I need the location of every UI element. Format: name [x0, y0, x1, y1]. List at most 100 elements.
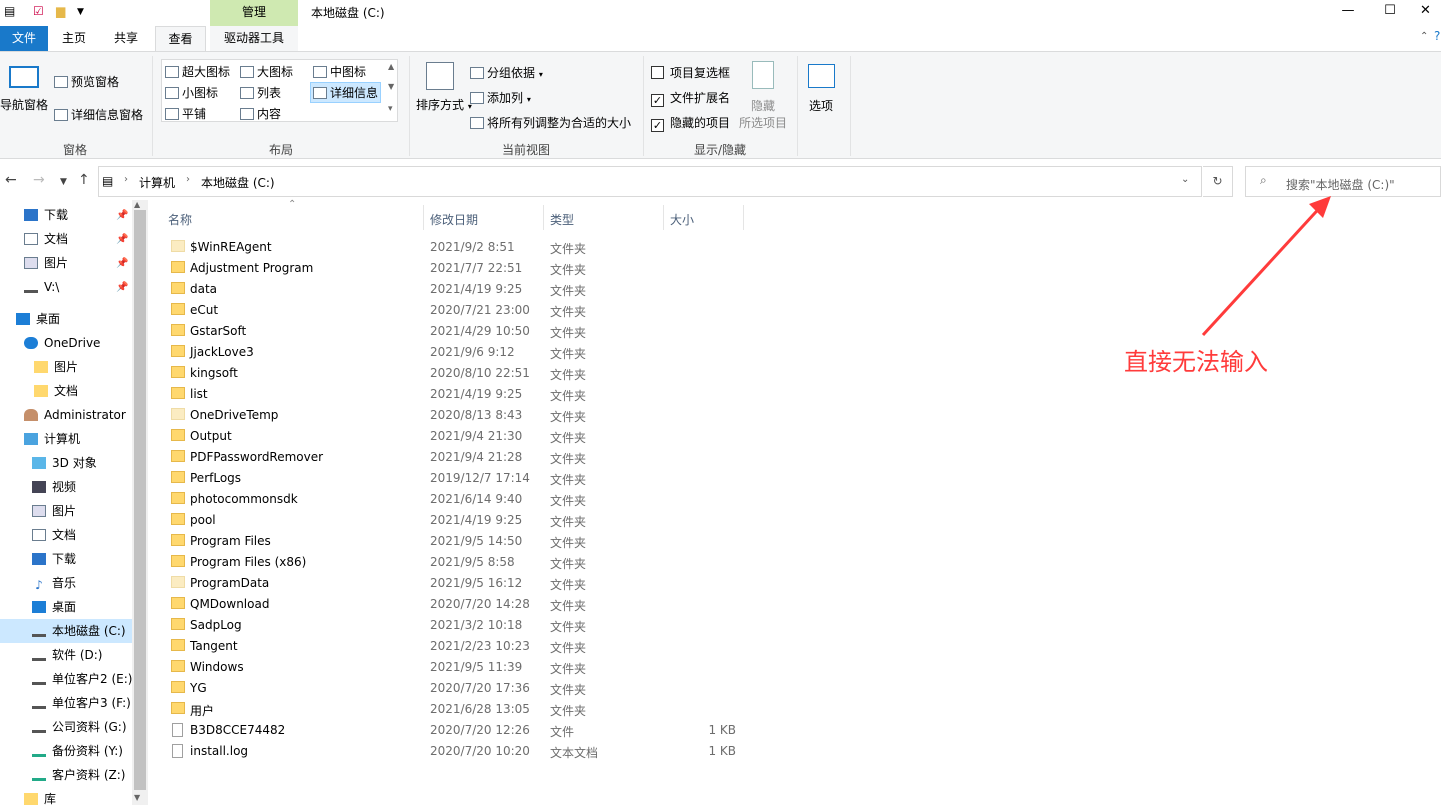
pin-icon[interactable]: 📌: [116, 234, 128, 245]
column-name[interactable]: 名称: [168, 211, 192, 228]
layout-large-icons[interactable]: 大图标: [240, 63, 293, 80]
nav-quick-v-drive[interactable]: V:\: [24, 275, 59, 299]
nav-quick-documents[interactable]: 文档: [24, 227, 68, 251]
recent-locations-button[interactable]: ▼: [60, 177, 67, 187]
up-button[interactable]: ↑: [78, 172, 90, 188]
column-divider[interactable]: [743, 205, 744, 230]
gallery-down-icon[interactable]: ▼: [388, 82, 394, 91]
tab-view[interactable]: 查看: [155, 26, 206, 51]
file-row[interactable]: kingsoft 2020/8/10 22:51 文件夹: [160, 363, 760, 384]
nav-user[interactable]: Administrator: [24, 403, 126, 427]
tab-share[interactable]: 共享: [102, 26, 150, 51]
file-row[interactable]: Program Files 2021/9/5 14:50 文件夹: [160, 531, 760, 552]
column-date[interactable]: 修改日期: [430, 211, 478, 228]
forward-button[interactable]: →: [33, 172, 45, 188]
column-divider[interactable]: [663, 205, 664, 230]
file-row[interactable]: PerfLogs 2019/12/7 17:14 文件夹: [160, 468, 760, 489]
nav-quick-downloads[interactable]: 下载: [24, 203, 68, 227]
file-row[interactable]: $WinREAgent 2021/9/2 8:51 文件夹: [160, 237, 760, 258]
nav-videos[interactable]: 视频: [32, 475, 76, 499]
file-row[interactable]: 用户 2021/6/28 13:05 文件夹: [160, 699, 760, 720]
file-row[interactable]: install.log 2020/7/20 10:20 文本文档 1 KB: [160, 741, 760, 762]
nav-desktop[interactable]: 桌面: [16, 307, 60, 331]
file-row[interactable]: data 2021/4/19 9:25 文件夹: [160, 279, 760, 300]
help-icon[interactable]: ?: [1434, 29, 1440, 43]
hidden-items-toggle[interactable]: ✓ 隐藏的项目: [651, 114, 730, 132]
close-button[interactable]: ✕: [1410, 0, 1441, 22]
file-row[interactable]: SadpLog 2021/3/2 10:18 文件夹: [160, 615, 760, 636]
layout-medium-icons[interactable]: 中图标: [313, 63, 366, 80]
nav-drive-z[interactable]: 客户资料 (Z:): [32, 763, 125, 787]
sort-by-button[interactable]: 排序方式 ▾: [416, 96, 472, 113]
layout-details[interactable]: 详细信息: [310, 82, 382, 103]
column-divider[interactable]: [543, 205, 544, 230]
options-button[interactable]: 选项: [809, 97, 833, 114]
new-folder-icon[interactable]: ▆: [56, 4, 65, 18]
tab-home[interactable]: 主页: [50, 26, 98, 51]
nav-computer[interactable]: 计算机: [24, 427, 80, 451]
gallery-up-icon[interactable]: ▲: [388, 62, 394, 71]
properties-icon[interactable]: ☑: [33, 4, 44, 18]
file-row[interactable]: YG 2020/7/20 17:36 文件夹: [160, 678, 760, 699]
nav-scrollbar-thumb[interactable]: [134, 210, 146, 790]
layout-tiles[interactable]: 平铺: [165, 105, 206, 122]
nav-onedrive-documents[interactable]: 文档: [34, 379, 78, 403]
checkbox-checked[interactable]: ✓: [651, 94, 664, 107]
size-all-columns-button[interactable]: 将所有列调整为合适的大小: [470, 114, 631, 131]
chevron-right-icon[interactable]: ›: [124, 174, 128, 185]
file-row[interactable]: Tangent 2021/2/23 10:23 文件夹: [160, 636, 760, 657]
nav-drive-y[interactable]: 备份资料 (Y:): [32, 739, 123, 763]
nav-drive-e[interactable]: 单位客户2 (E:): [32, 667, 132, 691]
file-row[interactable]: photocommonsdk 2021/6/14 9:40 文件夹: [160, 489, 760, 510]
navigation-pane-button[interactable]: 导航窗格: [0, 96, 48, 113]
nav-desktop-folder[interactable]: 桌面: [32, 595, 76, 619]
file-row[interactable]: Output 2021/9/4 21:30 文件夹: [160, 426, 760, 447]
file-extensions-toggle[interactable]: ✓ 文件扩展名: [651, 89, 730, 107]
tab-file[interactable]: 文件: [0, 26, 48, 51]
nav-local-disk-c[interactable]: 本地磁盘 (C:): [0, 619, 132, 643]
checkbox-checked[interactable]: ✓: [651, 119, 664, 132]
group-by-button[interactable]: 分组依据 ▾: [470, 64, 543, 81]
nav-pictures[interactable]: 图片: [32, 499, 76, 523]
nav-3d-objects[interactable]: 3D 对象: [32, 451, 97, 475]
pin-icon[interactable]: 📌: [116, 282, 128, 293]
add-columns-button[interactable]: 添加列 ▾: [470, 89, 531, 106]
file-row[interactable]: JjackLove3 2021/9/6 9:12 文件夹: [160, 342, 760, 363]
nav-onedrive-pictures[interactable]: 图片: [34, 355, 78, 379]
nav-libraries[interactable]: 库: [24, 787, 56, 805]
minimize-button[interactable]: —: [1325, 0, 1371, 22]
address-dropdown-icon[interactable]: ⌄: [1181, 174, 1189, 185]
back-button[interactable]: ←: [5, 172, 17, 188]
column-type[interactable]: 类型: [550, 211, 574, 228]
file-row[interactable]: Windows 2021/9/5 11:39 文件夹: [160, 657, 760, 678]
nav-drive-d[interactable]: 软件 (D:): [32, 643, 102, 667]
file-row[interactable]: OneDriveTemp 2020/8/13 8:43 文件夹: [160, 405, 760, 426]
file-row[interactable]: eCut 2020/7/21 23:00 文件夹: [160, 300, 760, 321]
file-row[interactable]: B3D8CCE74482 2020/7/20 12:26 文件 1 KB: [160, 720, 760, 741]
nav-onedrive[interactable]: OneDrive: [24, 331, 100, 355]
maximize-button[interactable]: ☐: [1367, 0, 1413, 22]
file-row[interactable]: pool 2021/4/19 9:25 文件夹: [160, 510, 760, 531]
layout-extra-large-icons[interactable]: 超大图标: [165, 63, 230, 80]
file-row[interactable]: ProgramData 2021/9/5 16:12 文件夹: [160, 573, 760, 594]
nav-quick-pictures[interactable]: 图片: [24, 251, 68, 275]
preview-pane-button[interactable]: 预览窗格: [54, 73, 119, 90]
nav-drive-g[interactable]: 公司资料 (G:): [32, 715, 127, 739]
nav-downloads[interactable]: 下载: [32, 547, 76, 571]
column-size[interactable]: 大小: [670, 211, 694, 228]
file-row[interactable]: GstarSoft 2021/4/29 10:50 文件夹: [160, 321, 760, 342]
pin-icon[interactable]: 📌: [116, 210, 128, 221]
file-row[interactable]: Program Files (x86) 2021/9/5 8:58 文件夹: [160, 552, 760, 573]
item-checkboxes-toggle[interactable]: 项目复选框: [651, 64, 730, 81]
checkbox[interactable]: [651, 66, 664, 79]
tab-drive-tools[interactable]: 驱动器工具: [210, 26, 298, 51]
app-icon[interactable]: ▤: [4, 4, 15, 18]
file-row[interactable]: PDFPasswordRemover 2021/9/4 21:28 文件夹: [160, 447, 760, 468]
scroll-down-icon[interactable]: ▼: [134, 793, 140, 802]
layout-list[interactable]: 列表: [240, 84, 281, 101]
breadcrumb-computer[interactable]: 计算机: [139, 174, 175, 191]
chevron-right-icon[interactable]: ›: [186, 174, 190, 185]
breadcrumb-drive[interactable]: 本地磁盘 (C:): [201, 174, 275, 191]
gallery-more-icon[interactable]: ▾: [388, 104, 393, 114]
nav-documents[interactable]: 文档: [32, 523, 76, 547]
